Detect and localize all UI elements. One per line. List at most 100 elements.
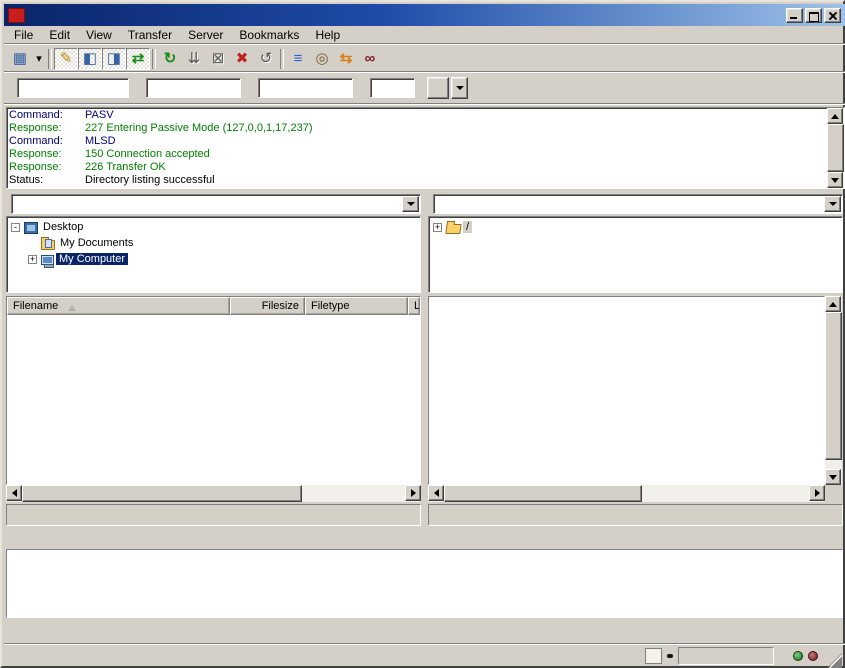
remote-list-hscrollbar[interactable] [428,485,825,502]
scroll-up-icon[interactable] [825,296,841,312]
log-lines: Command:PASVResponse:227 Entering Passiv… [7,108,827,188]
cancel-operation-button[interactable] [206,48,230,70]
column-header[interactable]: Filetype [305,297,408,315]
quickconnect-button[interactable] [427,77,449,99]
toolbar-separator[interactable] [46,48,54,70]
remote-site-row [428,194,843,214]
speed-limit-badge-icon[interactable] [667,654,673,658]
remote-file-list [428,296,825,485]
divider [4,43,845,45]
quickconnect-bar [4,73,845,103]
toggle-message-log-button[interactable] [54,48,78,70]
toggle-transfer-queue-button[interactable] [126,48,150,70]
username-input[interactable] [146,78,241,98]
title-bar[interactable] [4,4,845,26]
scroll-up-icon[interactable] [827,108,843,124]
tree-expander-icon[interactable]: - [11,223,20,232]
quickconnect-dropdown-button[interactable] [451,77,468,99]
message-log: Command:PASVResponse:227 Entering Passiv… [6,107,845,189]
remote-site-combobox[interactable] [433,194,843,214]
log-entry: Status:Directory listing successful [9,174,825,187]
remote-tree-icon [107,51,121,66]
activity-led-red-icon [808,651,818,661]
synchronized-browsing-button[interactable] [334,48,358,70]
tree-item-desktop[interactable]: - Desktop [7,219,420,235]
tree-item-my-computer[interactable]: + My Computer [7,251,420,267]
column-header[interactable]: Filename [7,297,230,315]
local-list-hscrollbar[interactable] [6,485,421,502]
column-header[interactable]: L [408,297,420,315]
log-scrollbar[interactable] [827,108,844,188]
toolbar-separator[interactable] [278,48,286,70]
sync-browse-icon [340,51,353,66]
menu-help[interactable]: Help [307,26,348,44]
data-type-indicator-icon[interactable] [645,648,662,664]
transfer-queue-body [6,549,843,618]
site-manager-dropdown-button[interactable] [32,48,46,70]
find-files-button[interactable] [358,48,382,70]
menu-edit[interactable]: Edit [41,26,78,44]
combo-dropdown-button[interactable] [402,196,419,212]
site-manager-button[interactable] [8,48,32,70]
disconnect-button[interactable] [230,48,254,70]
tree-expander-icon[interactable]: + [433,223,442,232]
scrollbar-track[interactable] [642,485,809,502]
chevron-down-icon [829,202,837,210]
tree-item-my-documents[interactable]: My Documents [7,235,420,251]
scrollbar-thumb[interactable] [444,485,642,502]
password-input[interactable] [258,78,353,98]
scroll-down-icon[interactable] [827,172,843,188]
tree-item-label: / [463,221,472,233]
toolbar [4,46,845,71]
combo-dropdown-button[interactable] [824,196,841,212]
desktop-icon [24,222,38,234]
chevron-down-icon [456,86,464,94]
scroll-left-icon[interactable] [428,485,444,501]
scrollbar-thumb[interactable] [827,124,844,172]
scrollbar-track[interactable] [825,460,842,469]
computer-icon [41,255,54,265]
process-queue-button[interactable] [182,48,206,70]
remote-list-body [429,297,824,484]
menu-view[interactable]: View [78,26,120,44]
sort-ascending-icon [68,301,76,311]
host-input[interactable] [17,78,129,98]
directory-comparison-button[interactable] [310,48,334,70]
scroll-left-icon[interactable] [6,485,22,501]
tree-expander-icon[interactable]: + [28,255,37,264]
resize-grip[interactable] [827,653,842,668]
menu-bookmarks[interactable]: Bookmarks [231,26,307,44]
window-controls [784,8,841,23]
scrollbar-thumb[interactable] [22,485,302,502]
refresh-button[interactable] [158,48,182,70]
remote-list-scrollbar[interactable] [825,296,842,485]
chevron-down-icon [407,202,415,210]
local-list-body [7,315,420,484]
local-site-combobox[interactable] [11,194,421,214]
scroll-down-icon[interactable] [825,469,841,485]
toggle-local-tree-button[interactable] [78,48,102,70]
tree-item-root[interactable]: + / [429,219,842,235]
menu-transfer[interactable]: Transfer [120,26,180,44]
compare-icon [315,51,328,66]
toolbar-separator[interactable] [150,48,158,70]
maximize-button[interactable] [805,8,822,23]
find-icon [365,51,376,66]
divider [4,103,845,105]
scrollbar-track[interactable] [302,485,405,502]
filter-button[interactable] [286,48,310,70]
minimize-button[interactable] [786,8,803,23]
reconnect-button[interactable] [254,48,278,70]
scrollbar-thumb[interactable] [825,312,842,460]
menu-file[interactable]: File [6,26,41,44]
log-entry: Response:150 Connection accepted [9,148,825,161]
scroll-right-icon[interactable] [809,485,825,501]
port-input[interactable] [370,78,415,98]
filezilla-window: FileEditViewTransferServerBookmarksHelp … [0,0,845,668]
local-tree: - Desktop My Documents + My Computer [6,216,421,293]
menu-server[interactable]: Server [180,26,231,44]
close-button[interactable] [824,8,841,23]
column-header[interactable]: Filesize [230,297,305,315]
scroll-right-icon[interactable] [405,485,421,501]
toggle-remote-tree-button[interactable] [102,48,126,70]
